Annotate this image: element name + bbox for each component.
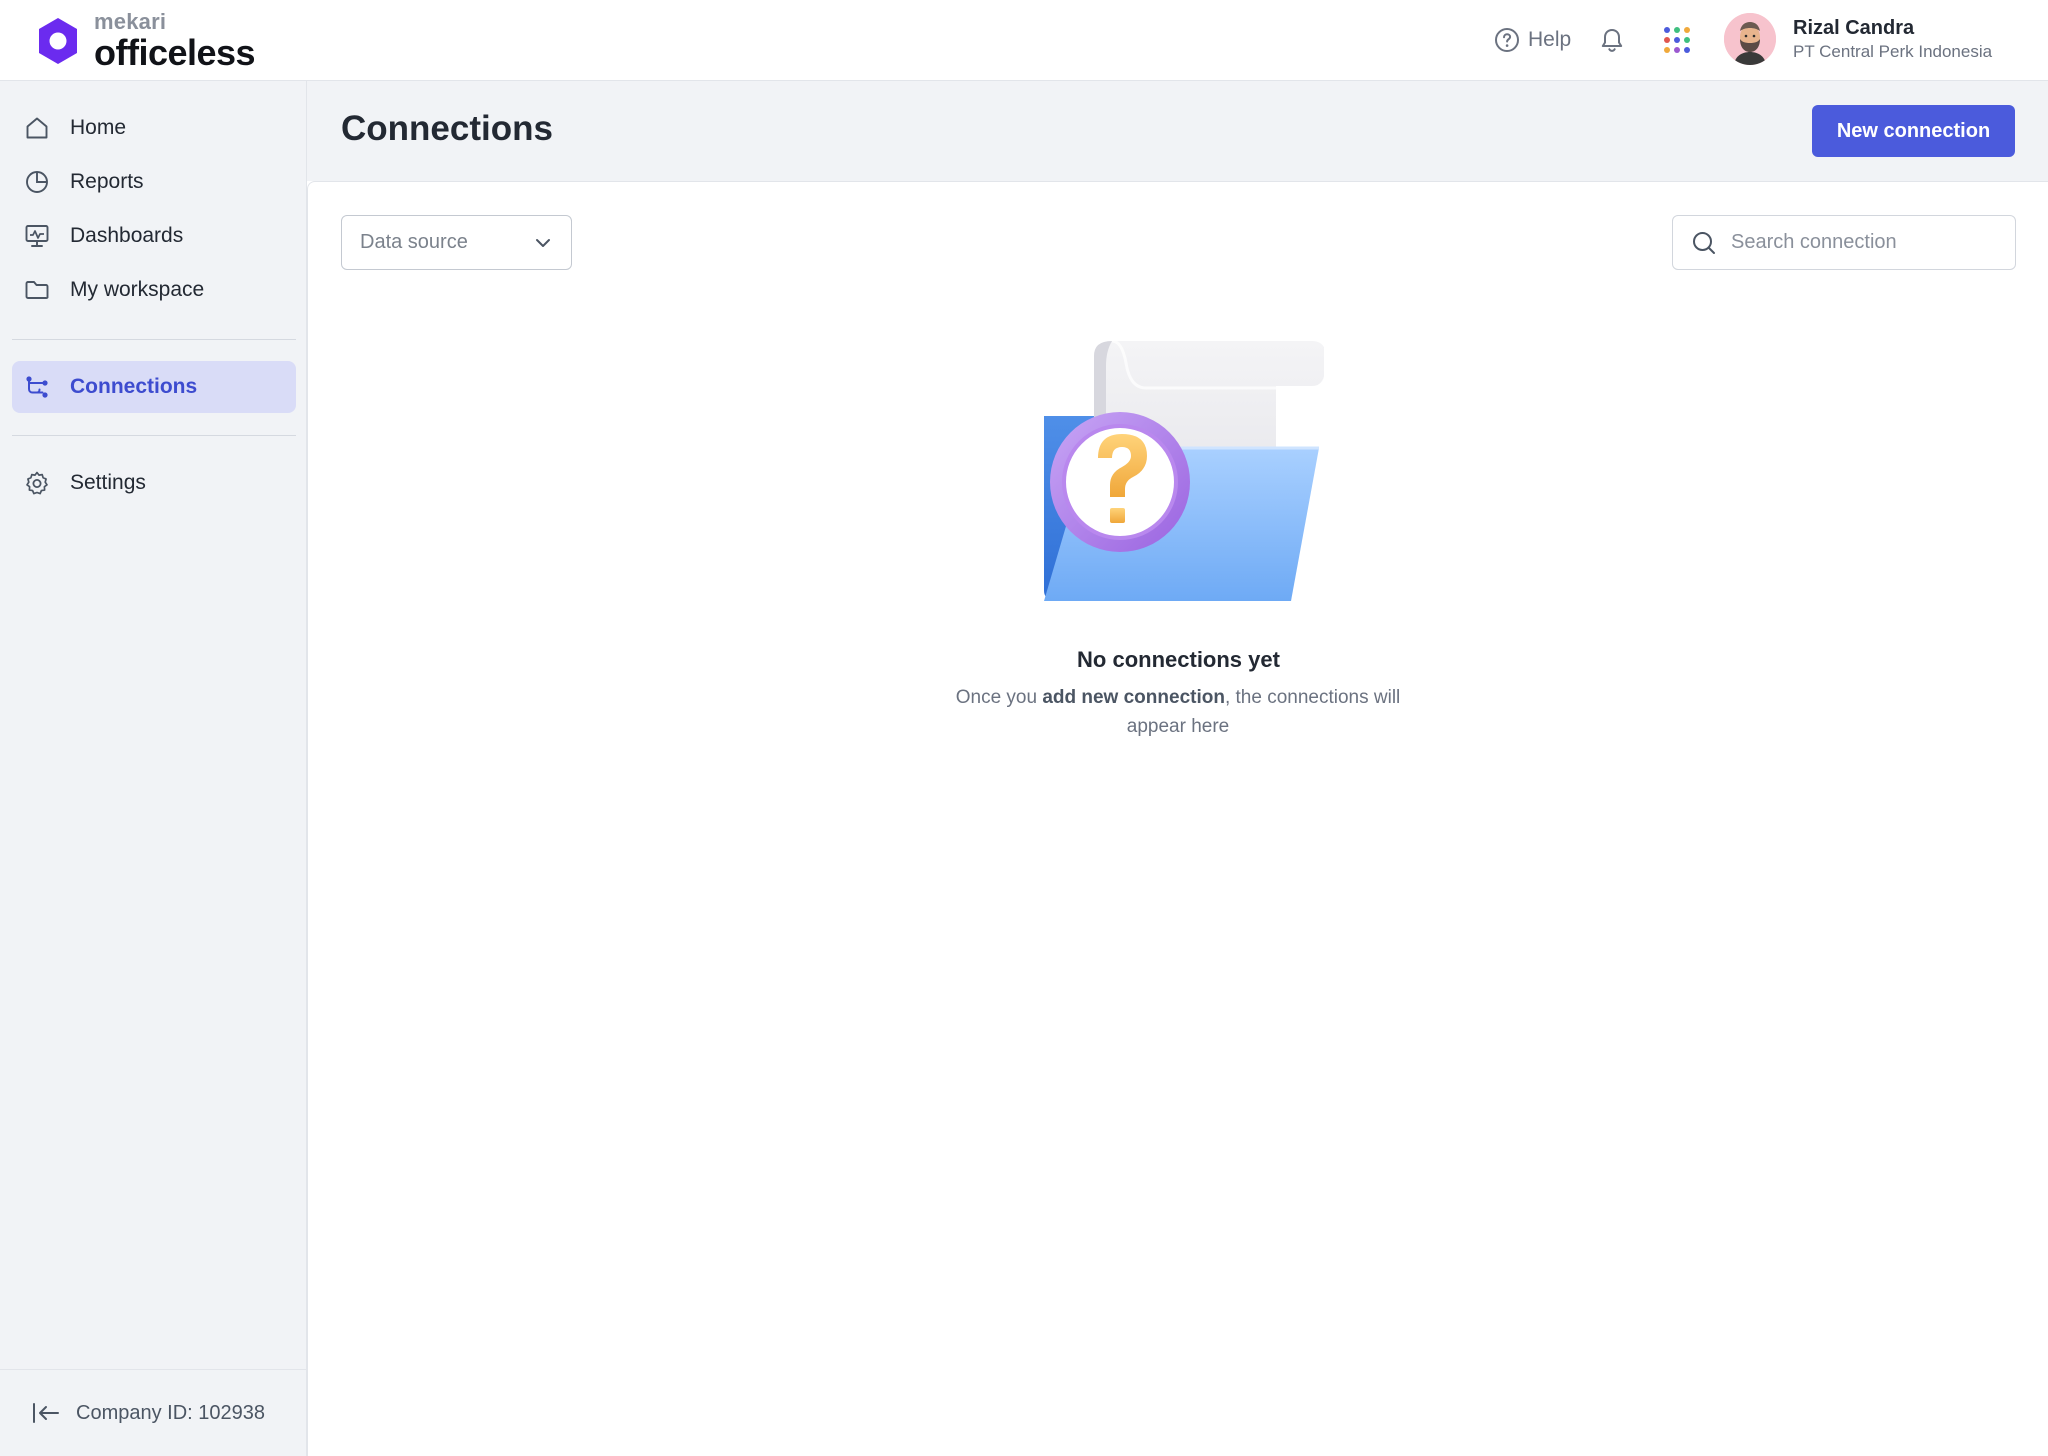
sidebar-item-connections[interactable]: Connections <box>12 361 296 413</box>
empty-state-description: Once you add new connection, the connect… <box>928 683 1428 741</box>
logo-hexagon-icon <box>39 18 77 64</box>
sidebar-divider <box>12 339 296 340</box>
sidebar-divider <box>12 435 296 436</box>
sidebar-item-reports[interactable]: Reports <box>12 156 296 208</box>
sidebar-item-label: Home <box>70 116 127 139</box>
sidebar-item-home[interactable]: Home <box>12 102 296 154</box>
top-bar: mekari officeless Help Rizal Candra PT C… <box>0 0 2048 81</box>
user-info[interactable]: Rizal Candra PT Central Perk Indonesia <box>1793 16 1992 64</box>
user-name: Rizal Candra <box>1793 17 1915 39</box>
sidebar-item-dashboards[interactable]: Dashboards <box>12 210 296 262</box>
empty-state-title: No connections yet <box>1077 647 1280 672</box>
pie-chart-icon <box>26 171 48 193</box>
monitor-chart-icon <box>25 225 49 247</box>
apps-grid-icon[interactable] <box>1664 27 1690 53</box>
chevron-down-icon <box>536 238 550 247</box>
sidebar-item-label: Reports <box>70 170 144 193</box>
home-icon <box>26 117 48 139</box>
search-input[interactable] <box>1731 231 2001 254</box>
sidebar-item-label: Dashboards <box>70 224 184 247</box>
user-company: PT Central Perk Indonesia <box>1793 42 1993 61</box>
user-avatar[interactable] <box>1724 13 1776 65</box>
page-header: Connections New connection <box>307 81 2048 181</box>
sidebar-item-label: My workspace <box>70 278 205 301</box>
bell-icon[interactable] <box>1598 26 1626 54</box>
avatar-face-icon <box>1724 13 1776 65</box>
help-circle-icon <box>1495 28 1519 52</box>
empty-desc-bold: add new connection <box>1042 687 1225 708</box>
folder-icon <box>25 281 49 299</box>
sidebar-item-label: Settings <box>70 471 146 494</box>
connections-content: Data source Search connection No connect… <box>307 181 2048 1456</box>
sidebar-item-settings[interactable]: Settings <box>12 457 296 509</box>
mekari-officeless-logo[interactable]: mekari officeless <box>36 9 256 73</box>
connections-icon <box>26 376 48 398</box>
data-source-value: Data source <box>360 231 468 253</box>
empty-desc-prefix: Once you <box>955 687 1043 708</box>
data-source-select[interactable]: Data source <box>341 215 572 270</box>
empty-folder-question-illustration <box>1044 339 1324 601</box>
search-icon <box>1693 231 1715 254</box>
logo-main-text: officeless <box>94 32 256 73</box>
new-connection-button[interactable]: New connection <box>1812 105 2015 157</box>
help-link[interactable]: Help <box>1494 26 1571 54</box>
page-title: Connections <box>341 109 553 148</box>
help-label: Help <box>1528 28 1572 51</box>
company-id: Company ID: 102938 <box>76 1401 266 1424</box>
collapse-arrow-icon <box>33 1403 59 1423</box>
sidebar: Home Reports Dashboards My workspace Con… <box>0 81 307 1456</box>
gear-icon <box>26 471 48 495</box>
collapse-sidebar-button[interactable]: Company ID: 102938 <box>0 1369 306 1456</box>
sidebar-item-my-workspace[interactable]: My workspace <box>12 264 296 316</box>
search-box[interactable] <box>1672 215 2016 270</box>
logo-sub-text: mekari <box>94 9 167 34</box>
sidebar-item-label: Connections <box>70 375 198 398</box>
